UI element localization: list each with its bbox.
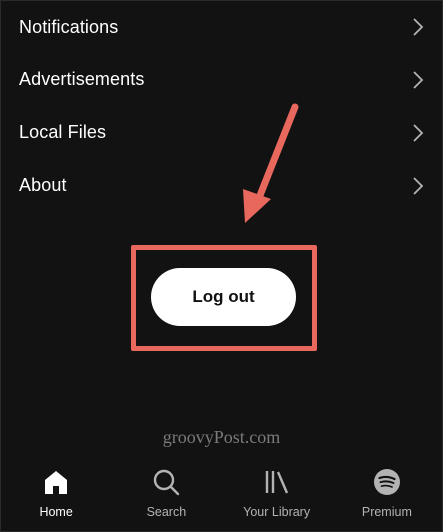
tab-search[interactable]: Search xyxy=(111,461,221,519)
library-icon xyxy=(262,467,292,497)
settings-list: Notifications Advertisements Local Files… xyxy=(1,1,442,212)
tab-premium-label: Premium xyxy=(361,505,412,519)
settings-item-label: About xyxy=(19,175,67,195)
settings-item-advertisements[interactable]: Advertisements xyxy=(1,53,442,106)
settings-item-about[interactable]: About xyxy=(1,159,442,212)
tab-home[interactable]: Home xyxy=(1,461,111,519)
bottom-nav: Home Search Your Library Premium xyxy=(1,461,442,531)
logout-button[interactable]: Log out xyxy=(151,268,296,326)
spotify-icon xyxy=(372,467,402,497)
chevron-right-icon xyxy=(411,176,425,195)
tab-premium[interactable]: Premium xyxy=(332,461,442,519)
tab-your-library[interactable]: Your Library xyxy=(222,461,332,519)
tab-search-label: Search xyxy=(146,505,187,519)
annotation-arrow xyxy=(243,103,299,223)
tab-your-library-label: Your Library xyxy=(243,505,311,519)
home-icon xyxy=(41,467,71,497)
settings-item-local-files[interactable]: Local Files xyxy=(1,106,442,159)
settings-item-notifications[interactable]: Notifications xyxy=(1,1,442,53)
settings-item-label: Local Files xyxy=(19,122,107,142)
settings-screen: Notifications Advertisements Local Files… xyxy=(0,0,443,532)
settings-item-label: Advertisements xyxy=(19,69,145,89)
chevron-right-icon xyxy=(411,70,425,89)
settings-item-label: Notifications xyxy=(19,16,119,37)
chevron-right-icon xyxy=(411,123,425,142)
watermark: groovyPost.com xyxy=(162,427,281,447)
search-icon xyxy=(151,467,181,497)
tab-home-label: Home xyxy=(39,505,73,519)
chevron-right-icon xyxy=(411,18,425,36)
